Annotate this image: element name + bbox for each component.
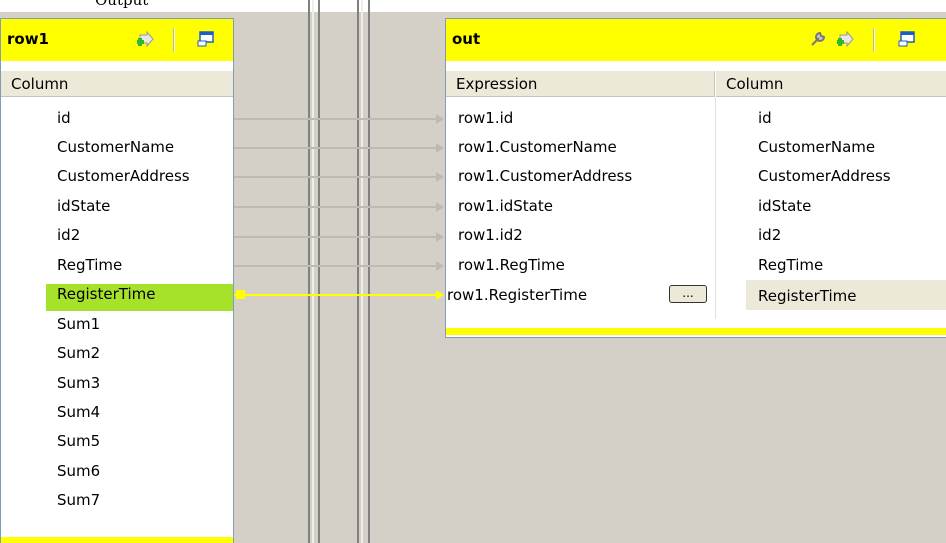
- list-item[interactable]: CustomerAddress: [1, 162, 233, 191]
- splitter-light: [312, 0, 314, 543]
- column-cell[interactable]: id: [758, 109, 772, 127]
- link-arrow-icon: [436, 232, 444, 242]
- expression-cell[interactable]: row1.CustomerName: [458, 138, 617, 156]
- list-item[interactable]: Sum4: [1, 398, 233, 427]
- link-regtime: [232, 265, 438, 267]
- list-item[interactable]: RegTime: [1, 251, 233, 280]
- output-table-title-bar: out: [446, 19, 946, 61]
- expression-cell[interactable]: row1.id2: [458, 226, 523, 244]
- list-item[interactable]: Sum2: [1, 339, 233, 368]
- list-item[interactable]: Sum3: [1, 369, 233, 398]
- splitter-dark: [318, 0, 320, 543]
- splitter-dark: [368, 0, 370, 543]
- list-item-selected[interactable]: RegisterTime: [1, 280, 233, 309]
- output-column-header[interactable]: Column: [716, 71, 946, 97]
- toolbar-separator: [173, 28, 175, 52]
- list-item[interactable]: idState: [1, 192, 233, 221]
- column-cell[interactable]: id2: [758, 226, 781, 244]
- link-start-marker: [236, 290, 245, 299]
- list-item[interactable]: id2: [1, 221, 233, 250]
- input-table-title: row1: [7, 30, 49, 48]
- link-arrow-icon: [436, 143, 444, 153]
- list-item[interactable]: id: [1, 104, 233, 133]
- expression-cell[interactable]: row1.idState: [458, 197, 553, 215]
- expression-cell[interactable]: row1.RegisterTime: [447, 286, 587, 304]
- expression-column-header[interactable]: Expression: [446, 71, 715, 97]
- top-text-strip: Output: [0, 0, 946, 12]
- top-text: Output: [95, 0, 149, 9]
- splitter-dark: [308, 0, 310, 543]
- column-cell[interactable]: RegisterTime: [758, 287, 856, 305]
- expression-cell[interactable]: row1.RegTime: [458, 256, 565, 274]
- output-table-title: out: [452, 30, 481, 48]
- link-customeraddress: [232, 176, 438, 178]
- table-row[interactable]: row1.CustomerName CustomerName: [446, 133, 946, 162]
- list-item[interactable]: Sum5: [1, 427, 233, 456]
- link-idstate: [232, 206, 438, 208]
- table-row[interactable]: row1.id id: [446, 104, 946, 133]
- toolbar-separator: [873, 28, 875, 52]
- output-column-header-label: Column: [726, 75, 784, 93]
- output-table-bottom-bar: [446, 328, 946, 335]
- expression-header-label: Expression: [456, 75, 538, 93]
- column-cell[interactable]: RegTime: [758, 256, 823, 274]
- list-item[interactable]: Sum6: [1, 457, 233, 486]
- table-row[interactable]: row1.RegTime RegTime: [446, 251, 946, 280]
- input-column-header[interactable]: Column: [1, 71, 233, 97]
- column-cell[interactable]: idState: [758, 197, 811, 215]
- list-item[interactable]: CustomerName: [1, 133, 233, 162]
- list-item[interactable]: Sum1: [1, 310, 233, 339]
- table-row[interactable]: row1.CustomerAddress CustomerAddress: [446, 162, 946, 191]
- minimize-icon[interactable]: [898, 30, 916, 48]
- splitter-light: [361, 0, 363, 543]
- link-id: [232, 118, 438, 120]
- expression-builder-button[interactable]: ...: [669, 285, 707, 303]
- input-column-header-label: Column: [11, 75, 69, 93]
- column-cell[interactable]: CustomerName: [758, 138, 875, 156]
- wrench-icon[interactable]: [809, 30, 827, 48]
- minimize-icon[interactable]: [197, 30, 215, 48]
- column-cell[interactable]: CustomerAddress: [758, 167, 891, 185]
- input-table-title-bar: row1: [1, 19, 233, 61]
- list-item[interactable]: Sum7: [1, 486, 233, 515]
- link-arrow-icon: [436, 202, 444, 212]
- add-column-icon[interactable]: [137, 30, 155, 48]
- splitter-dark: [357, 0, 359, 543]
- table-row[interactable]: row1.id2 id2: [446, 221, 946, 250]
- link-arrow-icon: [436, 114, 444, 124]
- link-arrow-icon: [436, 261, 444, 271]
- link-arrow-icon: [436, 172, 444, 182]
- link-arrow-selected-icon: [436, 290, 444, 300]
- input-table-bottom-bar: [1, 537, 233, 543]
- expression-cell[interactable]: row1.id: [458, 109, 513, 127]
- link-registertime-selected: [232, 294, 440, 296]
- table-row[interactable]: row1.idState idState: [446, 192, 946, 221]
- add-column-icon[interactable]: [837, 30, 855, 48]
- expression-cell[interactable]: row1.CustomerAddress: [458, 167, 632, 185]
- link-id2: [232, 236, 438, 238]
- link-customername: [232, 147, 438, 149]
- input-table-row1: row1 Column id CustomerName CustomerAddr…: [0, 18, 234, 543]
